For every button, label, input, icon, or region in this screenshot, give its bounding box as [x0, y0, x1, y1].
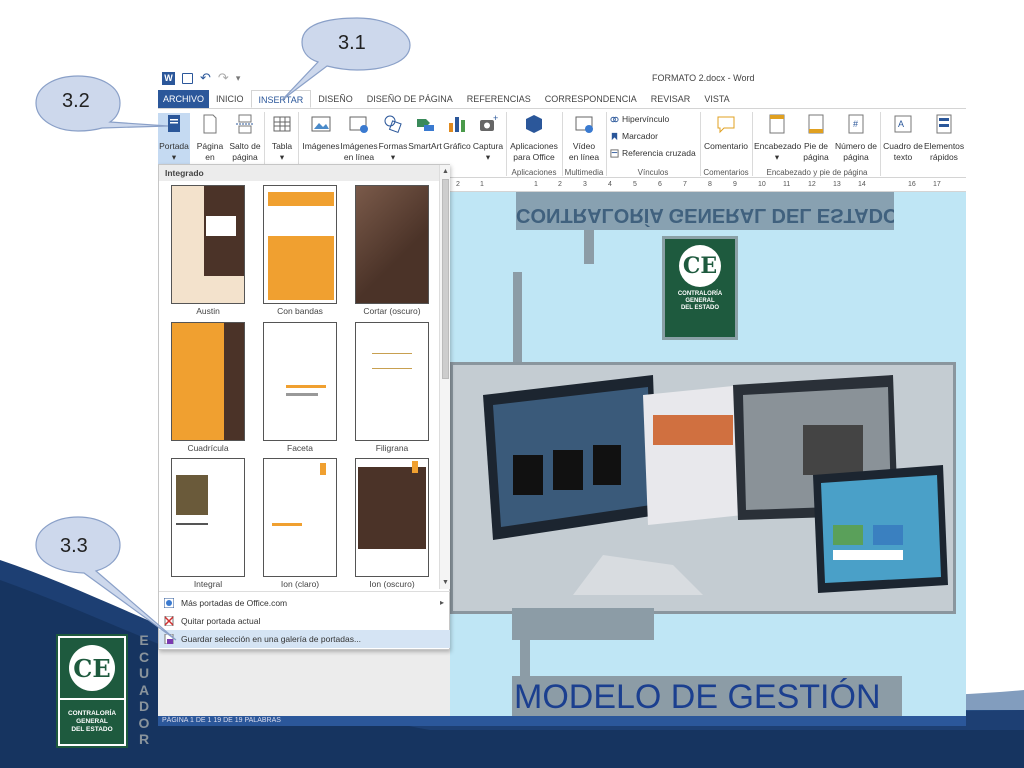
callout-3-2-bubble	[35, 75, 169, 132]
ecuador-letter: D	[138, 698, 150, 714]
callouts-layer	[35, 17, 411, 641]
ecuador-letter: C	[138, 648, 150, 665]
logo-text: DEL ESTADO	[71, 726, 113, 733]
contraloria-emblem-icon: CE	[69, 645, 115, 691]
slide: W ↶ ↷ ▾ FORMATO 2.docx - Word ARCHIVO IN…	[0, 0, 1024, 768]
callout-3-3-bubble	[35, 516, 177, 641]
logo-text: CONTRALORÍA	[67, 710, 117, 717]
ecuador-letter: R	[138, 731, 150, 747]
ecuador-letter: E	[139, 632, 149, 648]
callout-3-1-label: 3.1	[338, 32, 366, 54]
logo-text: GENERAL	[76, 718, 108, 725]
ecuador-letter: A	[138, 681, 150, 698]
ecuador-letter: O	[138, 714, 150, 731]
ecuador-vertical-text: E C U A D O R	[136, 632, 152, 748]
ecuador-letter: U	[138, 665, 150, 681]
contraloria-logo: CE CONTRALORÍA GENERAL DEL ESTADO	[56, 634, 128, 748]
callout-3-2-label: 3.2	[62, 90, 90, 112]
callout-3-1-bubble	[281, 17, 411, 101]
callout-3-3-label: 3.3	[60, 535, 88, 557]
